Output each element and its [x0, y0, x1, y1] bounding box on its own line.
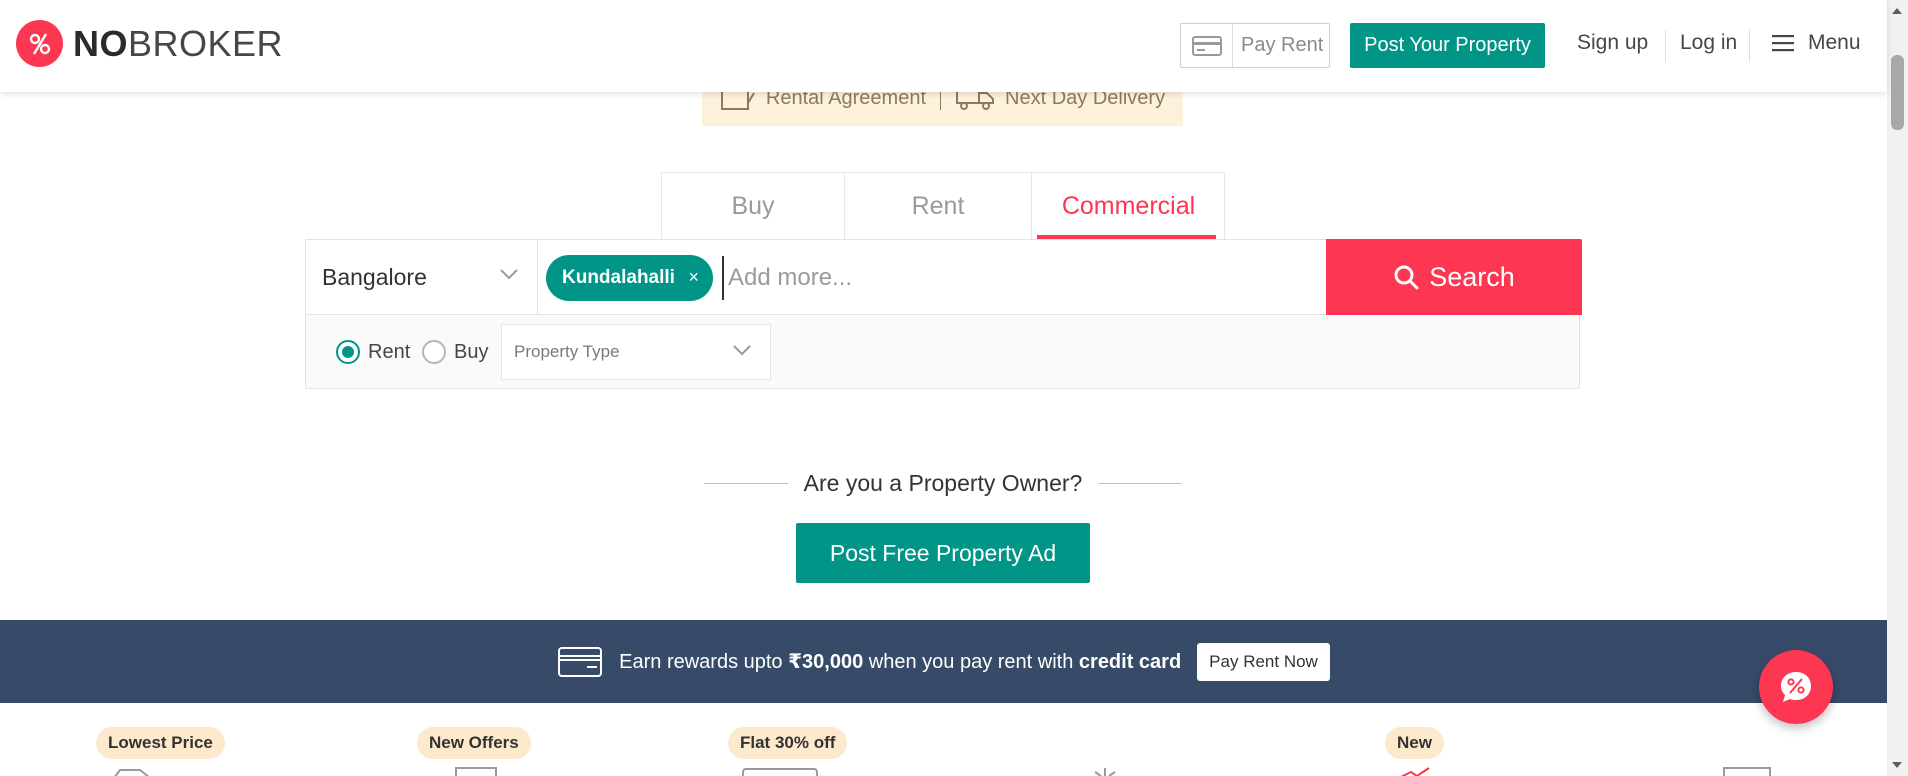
post-your-property-button[interactable]: Post Your Property [1350, 23, 1545, 68]
tag-icon [114, 769, 150, 776]
search-button-label: Search [1429, 261, 1515, 292]
badge-new-offers: New Offers [417, 727, 531, 759]
scrollbar-thumb[interactable] [1891, 55, 1904, 130]
logo-icon [16, 20, 63, 67]
hamburger-icon [1772, 35, 1794, 52]
badge-lowest-price: Lowest Price [96, 727, 225, 759]
badge-new: New [1385, 727, 1444, 759]
search-button[interactable]: Search [1326, 239, 1582, 315]
chat-icon [1781, 672, 1811, 702]
property-type-select[interactable]: Property Type [501, 324, 771, 380]
page-scrollbar[interactable] [1887, 0, 1908, 776]
tab-commercial[interactable]: Commercial [1032, 173, 1225, 240]
property-type-placeholder: Property Type [514, 342, 620, 361]
chat-support-button[interactable] [1759, 650, 1833, 724]
property-owner-heading: Are you a Property Owner? [704, 468, 1182, 498]
rewards-text: Earn rewards upto ₹30,000 when you pay r… [619, 651, 1182, 673]
logo-text: NOBROKER [73, 22, 284, 64]
radio-buy[interactable]: Buy [422, 340, 488, 364]
search-tabs: Buy Rent Commercial [661, 172, 1225, 240]
badge-flat-off: Flat 30% off [728, 727, 848, 759]
search-row: Bangalore Kundalahalli × Search [306, 239, 1582, 315]
search-panel: Bangalore Kundalahalli × Search [305, 239, 1582, 390]
growth-icon [1400, 767, 1430, 776]
property-owner-question: Are you a Property Owner? [803, 469, 1083, 496]
divider-line [1098, 482, 1182, 484]
menu-label: Menu [1808, 31, 1861, 54]
menu-button[interactable]: Menu [1772, 31, 1861, 55]
locality-search-input[interactable] [722, 256, 1222, 300]
scroll-down-icon[interactable] [1892, 762, 1902, 768]
chevron-down-icon [500, 269, 518, 280]
sign-up-link[interactable]: Sign up [1577, 31, 1648, 55]
header-divider [1749, 30, 1750, 62]
post-free-property-ad-button[interactable]: Post Free Property Ad [796, 523, 1090, 583]
search-icon [1394, 265, 1419, 290]
credit-card-icon [558, 646, 603, 677]
radio-buy-label: Buy [454, 340, 489, 363]
box-icon [455, 767, 497, 776]
chip-remove-icon[interactable]: × [688, 267, 699, 288]
radio-rent[interactable]: Rent [336, 340, 410, 364]
locality-chip-label: Kundalahalli [562, 267, 675, 288]
pay-rent-now-button[interactable]: Pay Rent Now [1197, 642, 1330, 681]
ticket-icon [742, 768, 818, 776]
calendar-icon [1723, 767, 1771, 776]
city-value: Bangalore [322, 264, 427, 290]
divider-line [704, 482, 788, 484]
log-in-link[interactable]: Log in [1680, 31, 1737, 55]
rewards-banner: Earn rewards upto ₹30,000 when you pay r… [0, 620, 1887, 703]
credit-card-icon [1181, 24, 1233, 67]
top-header: NOBROKER Pay Rent Post Your Property Sig… [0, 0, 1887, 92]
locality-chip: Kundalahalli × [546, 255, 713, 301]
tab-buy[interactable]: Buy [662, 173, 845, 240]
nobroker-logo[interactable]: NOBROKER [16, 20, 283, 67]
radio-rent-indicator [336, 340, 360, 364]
radio-rent-label: Rent [368, 340, 411, 363]
tab-rent[interactable]: Rent [845, 173, 1032, 240]
pay-rent-label: Pay Rent [1241, 34, 1324, 56]
sparkle-icon [1094, 768, 1116, 776]
scroll-up-icon[interactable] [1892, 8, 1902, 14]
chevron-down-icon [733, 345, 751, 356]
header-divider [1665, 30, 1666, 62]
page: Rental Agreement Next Day Delivery NOBRO… [0, 0, 1908, 776]
city-select[interactable]: Bangalore [306, 240, 538, 315]
pay-rent-button[interactable]: Pay Rent [1180, 23, 1330, 68]
search-options-row: Rent Buy Property Type [306, 315, 1579, 390]
radio-buy-indicator [422, 340, 446, 364]
